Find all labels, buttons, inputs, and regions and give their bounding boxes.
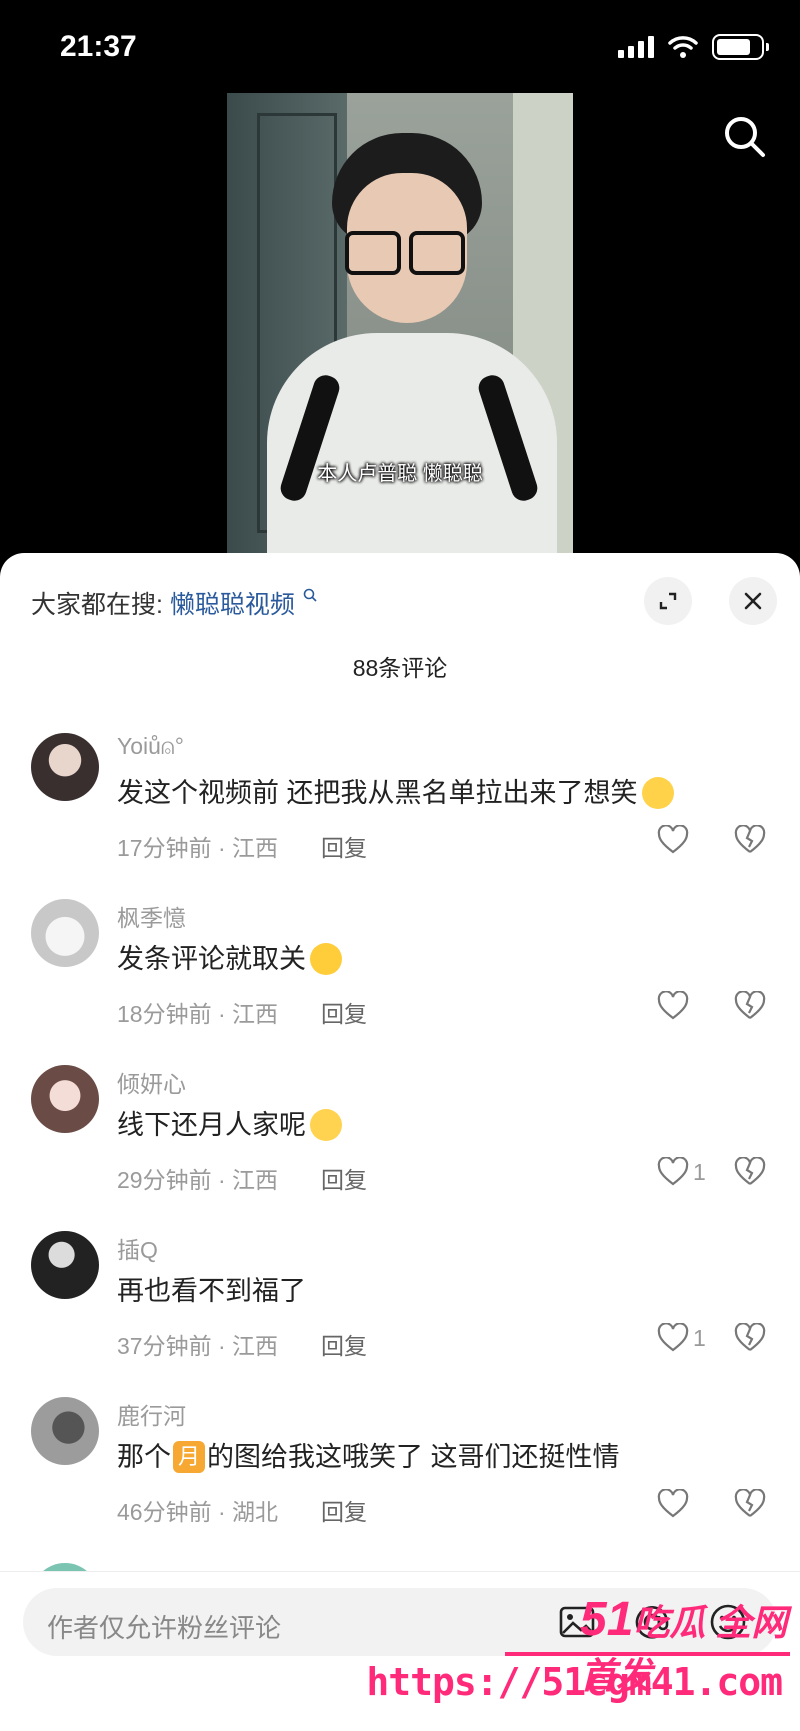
trending-search[interactable]: 大家都在搜: 懒聪聪视频 bbox=[31, 585, 318, 621]
heart-icon bbox=[657, 825, 689, 854]
like-count: 1 bbox=[693, 1324, 706, 1351]
comment-item: Yoiů⍝° 发这个视频前 还把我从黑名单拉出来了想笑 17分钟前 · 江西 回… bbox=[0, 733, 800, 893]
search-small-icon bbox=[303, 588, 317, 602]
reply-button[interactable]: 回复 bbox=[321, 1493, 367, 1527]
like-button[interactable]: 1 bbox=[657, 1323, 706, 1353]
like-button[interactable]: 1 bbox=[657, 1157, 706, 1187]
drooling-emoji-icon bbox=[310, 942, 342, 975]
comment-username[interactable]: 倾妍心 bbox=[117, 1065, 186, 1099]
comment-text: 线下还月人家呢 bbox=[117, 1103, 342, 1143]
search-icon[interactable] bbox=[720, 112, 768, 160]
broken-heart-icon[interactable] bbox=[734, 825, 766, 855]
avatar[interactable] bbox=[31, 1065, 99, 1133]
comment-time: 17分钟前 · 江西 bbox=[117, 835, 279, 861]
crying-emoji-icon bbox=[641, 776, 674, 809]
comment-item: 枫季憶 发条评论就取关 18分钟前 · 江西 回复 bbox=[0, 899, 800, 1059]
avatar[interactable] bbox=[31, 1397, 99, 1465]
like-button[interactable] bbox=[657, 991, 693, 1021]
comment-text: 发这个视频前 还把我从黑名单拉出来了想笑 bbox=[117, 771, 674, 811]
status-bar: 21:37 bbox=[0, 0, 800, 90]
broken-heart-icon[interactable] bbox=[734, 991, 766, 1021]
reply-button[interactable]: 回复 bbox=[321, 995, 367, 1029]
close-button[interactable] bbox=[729, 577, 777, 625]
comment-time: 29分钟前 · 江西 bbox=[117, 1167, 279, 1193]
like-button[interactable] bbox=[657, 825, 693, 855]
comment-time: 18分钟前 · 江西 bbox=[117, 1001, 279, 1027]
close-icon bbox=[744, 592, 762, 610]
reply-button[interactable]: 回复 bbox=[321, 1327, 367, 1361]
like-button[interactable] bbox=[657, 1489, 693, 1519]
expand-icon bbox=[659, 592, 677, 610]
comment-text: 再也看不到福了 bbox=[117, 1276, 306, 1306]
comment-input-placeholder: 作者仅允许粉丝评论 bbox=[47, 1613, 282, 1643]
comment-item: 鹿行河 那个月的图给我这哦笑了 这哥们还挺性情 46分钟前 · 湖北 回复 bbox=[0, 1397, 800, 1557]
watermark-line bbox=[505, 1652, 790, 1656]
reply-button[interactable]: 回复 bbox=[321, 1161, 367, 1195]
trending-keyword[interactable]: 懒聪聪视频 bbox=[170, 591, 295, 619]
comment-username[interactable]: 鹿行河 bbox=[117, 1397, 186, 1431]
comment-time: 46分钟前 · 湖北 bbox=[117, 1499, 279, 1525]
heart-icon bbox=[657, 991, 689, 1020]
heart-icon bbox=[657, 1323, 689, 1352]
laughing-emoji-icon bbox=[310, 1108, 342, 1141]
comment-text: 那个月的图给我这哦笑了 这哥们还挺性情 bbox=[117, 1440, 620, 1473]
comment-time: 37分钟前 · 江西 bbox=[117, 1333, 279, 1359]
comment-item: 倾妍心 线下还月人家呢 29分钟前 · 江西 回复 1 bbox=[0, 1065, 800, 1225]
comment-username[interactable]: 插Q bbox=[117, 1231, 158, 1265]
video-subtitle: 本人卢普聪 懒聪聪 bbox=[317, 463, 483, 485]
video-player[interactable]: 本人卢普聪 懒聪聪 bbox=[227, 93, 573, 553]
like-count: 1 bbox=[693, 1158, 706, 1185]
comment-text: 发条评论就取关 bbox=[117, 937, 342, 977]
reply-button[interactable]: 回复 bbox=[321, 829, 367, 863]
avatar[interactable] bbox=[31, 1231, 99, 1299]
moon-tag-icon: 月 bbox=[173, 1440, 205, 1473]
broken-heart-icon[interactable] bbox=[734, 1489, 766, 1519]
heart-icon bbox=[657, 1489, 689, 1518]
battery-icon bbox=[712, 34, 769, 60]
watermark-url: https://51cgm41.com bbox=[366, 1660, 783, 1704]
avatar[interactable] bbox=[31, 899, 99, 967]
avatar[interactable] bbox=[31, 733, 99, 801]
comment-username[interactable]: Yoiů⍝° bbox=[117, 733, 184, 760]
signal-icon bbox=[618, 36, 654, 58]
broken-heart-icon[interactable] bbox=[734, 1323, 766, 1353]
status-time: 21:37 bbox=[60, 30, 137, 63]
wifi-icon bbox=[668, 36, 698, 58]
comment-item: 插Q 再也看不到福了 37分钟前 · 江西 回复 1 bbox=[0, 1231, 800, 1391]
trending-prefix: 大家都在搜: bbox=[31, 591, 163, 619]
heart-icon bbox=[657, 1157, 689, 1186]
broken-heart-icon[interactable] bbox=[734, 1157, 766, 1187]
status-icons bbox=[618, 34, 769, 60]
comment-panel: 大家都在搜: 懒聪聪视频 88条评论 Yoiů⍝° 发这个视频前 还把我从黑名单… bbox=[0, 553, 800, 1731]
video-person bbox=[257, 133, 557, 553]
comment-username[interactable]: 枫季憶 bbox=[117, 899, 186, 933]
comment-count: 88条评论 bbox=[352, 655, 448, 681]
expand-button[interactable] bbox=[644, 577, 692, 625]
